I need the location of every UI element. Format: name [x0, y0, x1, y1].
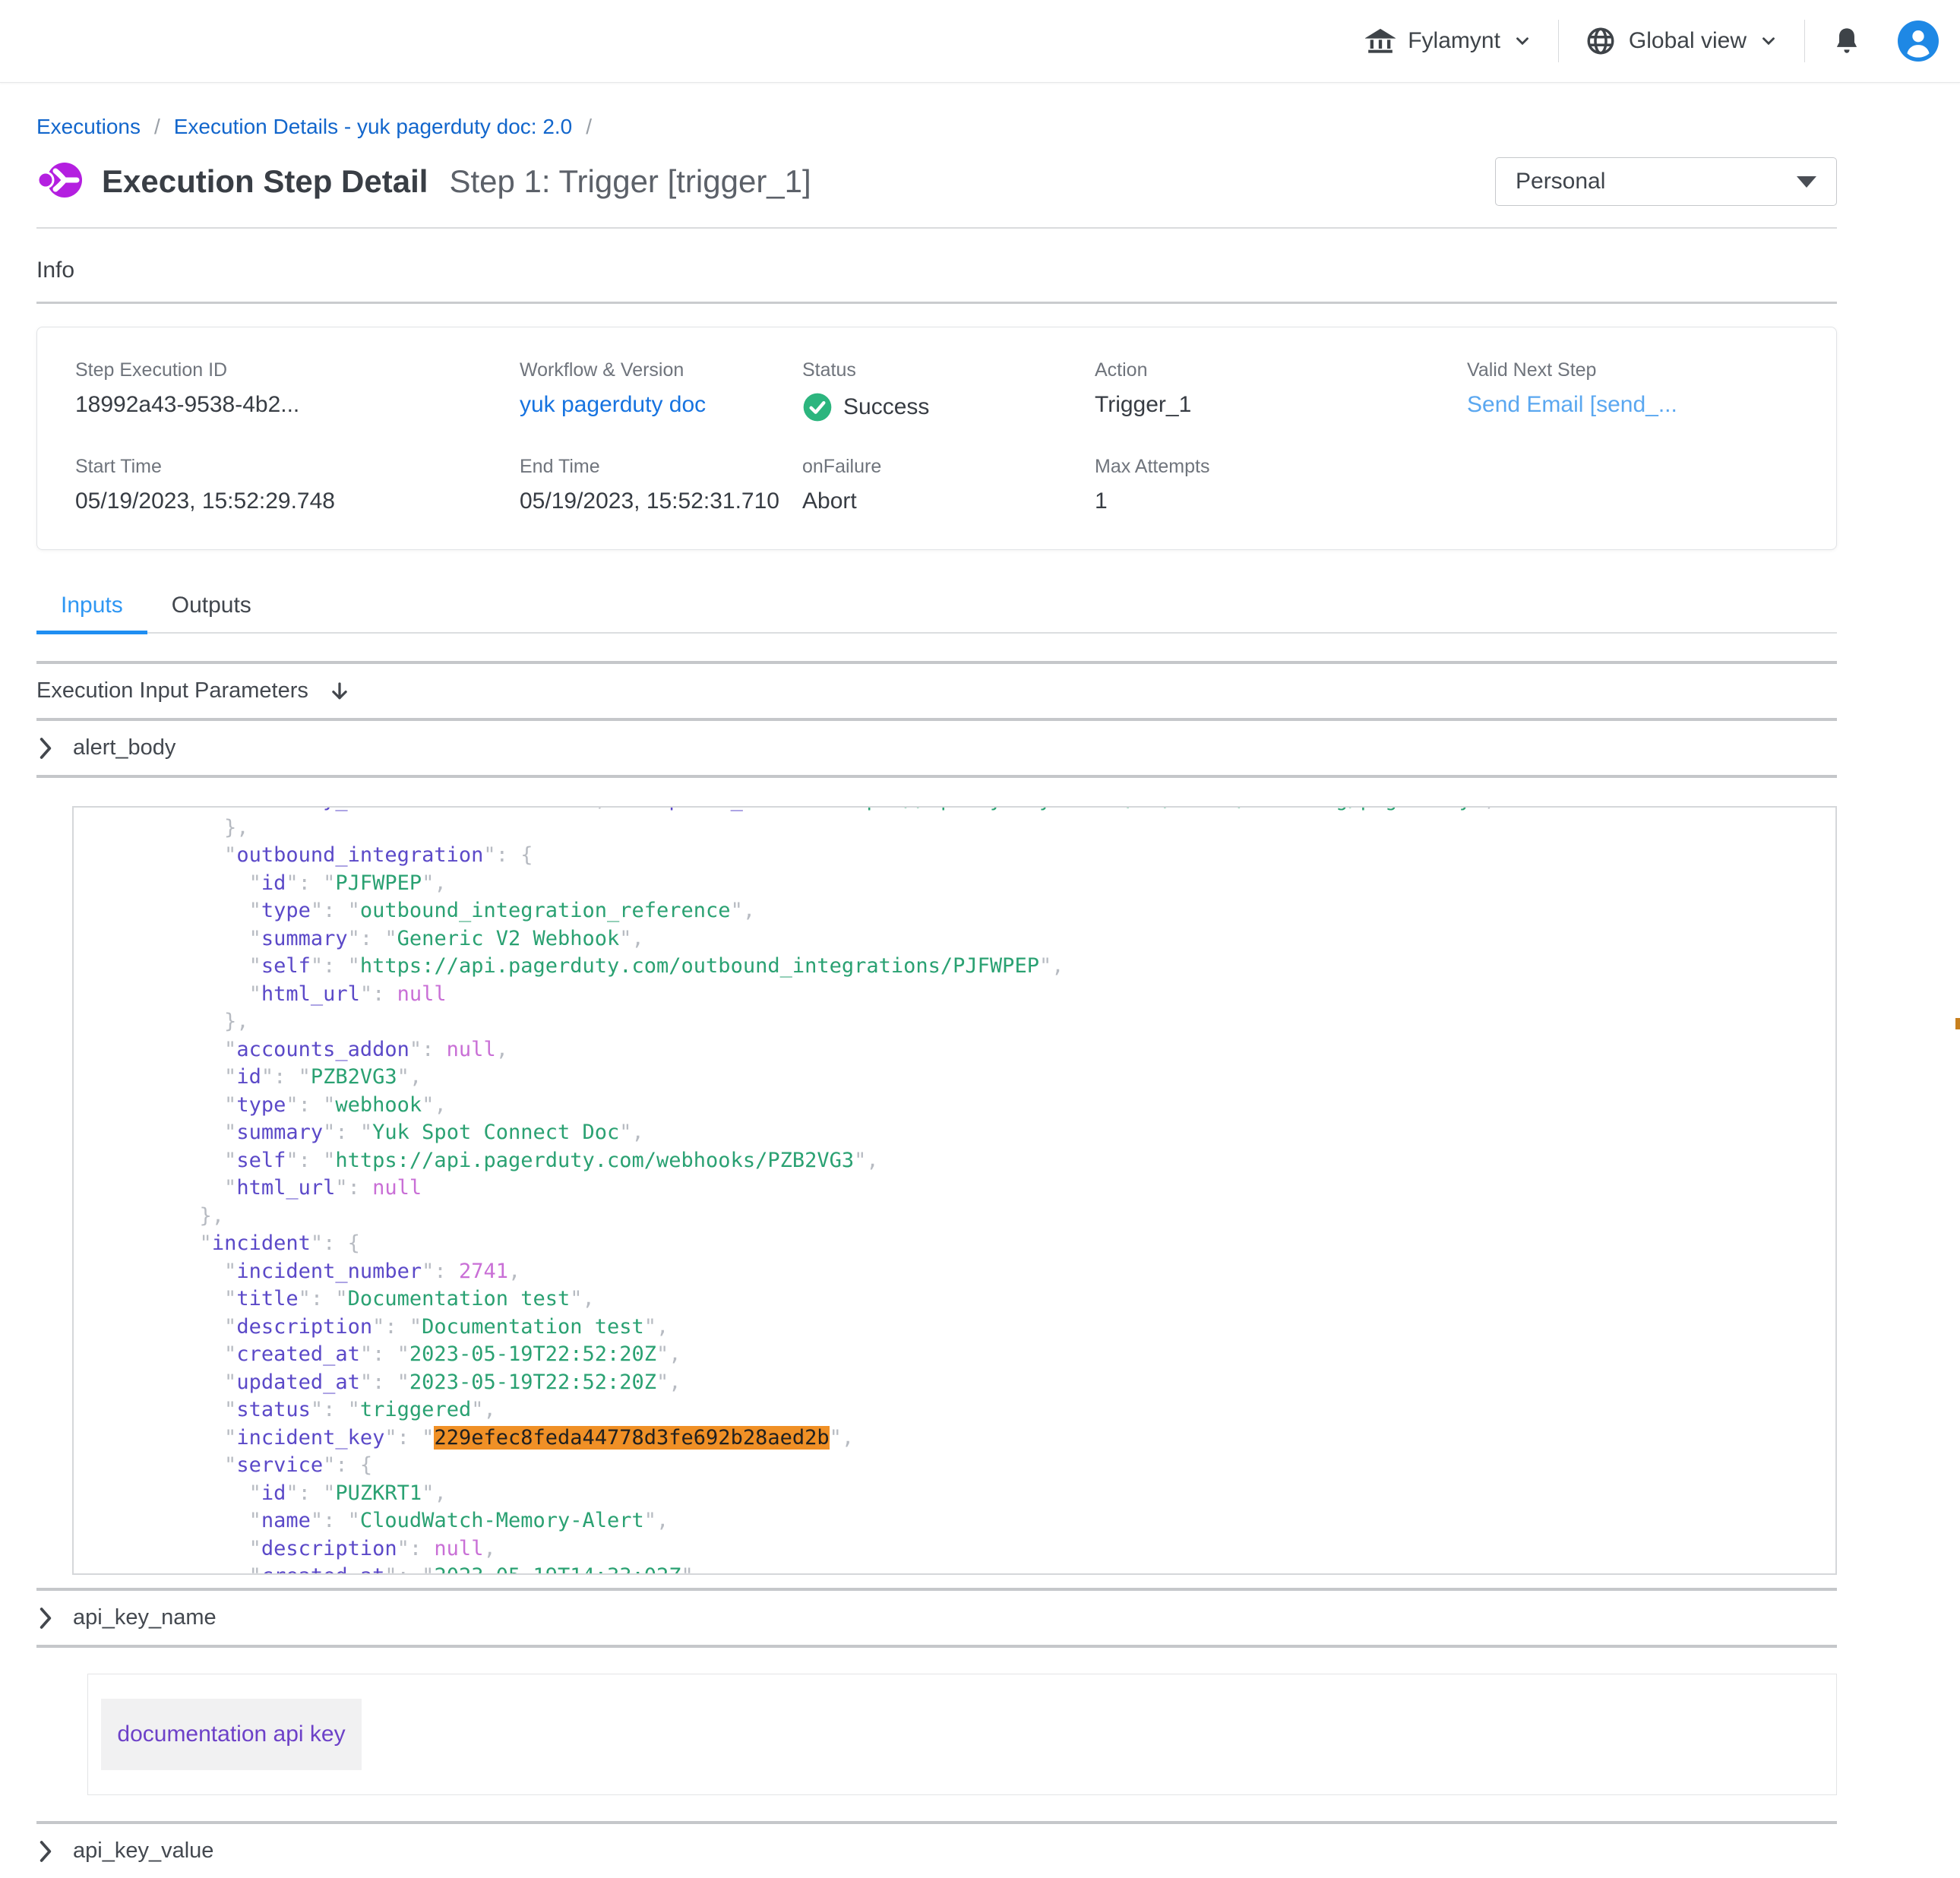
divider: [36, 775, 1837, 778]
tabs: Inputs Outputs: [36, 593, 1837, 634]
info-field-value: Success: [802, 392, 1095, 422]
section-title: Execution Input Parameters: [36, 678, 308, 703]
param-label: api_key_value: [73, 1838, 213, 1864]
divider: [36, 227, 1837, 229]
param-label: alert_body: [73, 735, 175, 760]
info-field-value: Abort: [802, 488, 1095, 514]
param-label: api_key_name: [73, 1605, 217, 1630]
org-switcher[interactable]: Fylamynt: [1365, 26, 1532, 56]
info-field-value: 1: [1095, 488, 1467, 514]
tab-outputs[interactable]: Outputs: [147, 593, 276, 632]
view-name: Global view: [1629, 28, 1747, 54]
divider: [36, 302, 1837, 304]
bank-icon: [1365, 26, 1396, 56]
info-field-action: Action Trigger_1: [1095, 359, 1467, 422]
info-field-workflow-version: Workflow & Version yuk pagerduty doc: [520, 359, 802, 422]
breadcrumb-execution-details[interactable]: Execution Details - yuk pagerduty doc: 2…: [174, 115, 573, 139]
info-field-valid-next-step: Valid Next Step Send Email [send_...: [1467, 359, 1813, 422]
info-field-value[interactable]: yuk pagerduty doc: [520, 392, 802, 418]
info-field-label: Valid Next Step: [1467, 359, 1813, 381]
topbar-divider: [1804, 20, 1805, 62]
page-title: Execution Step Detail: [102, 163, 428, 200]
info-field-label: Workflow & Version: [520, 359, 802, 381]
info-field-value: 18992a43-9538-4b2...: [75, 392, 520, 418]
title-row: Execution Step Detail Step 1: Trigger [t…: [36, 157, 1837, 206]
execution-input-parameters-header[interactable]: Execution Input Parameters: [36, 664, 1837, 718]
info-field-label: Start Time: [75, 456, 520, 478]
chevron-right-icon: [38, 1839, 53, 1864]
info-card: Step Execution ID 18992a43-9538-4b2...Wor…: [36, 327, 1837, 550]
arrow-down-icon[interactable]: [328, 679, 351, 703]
info-field-label: onFailure: [802, 456, 1095, 478]
info-field-end-time: End Time 05/19/2023, 15:52:31.710: [520, 456, 802, 514]
notifications-button[interactable]: [1831, 25, 1863, 57]
info-heading: Info: [36, 258, 1837, 283]
info-field-value: 05/19/2023, 15:52:31.710: [520, 488, 802, 514]
caret-down-icon: [1797, 176, 1816, 188]
globe-icon: [1585, 25, 1617, 57]
page-subtitle: Step 1: Trigger [trigger_1]: [449, 163, 811, 200]
param-row-api-key-value[interactable]: api_key_value: [36, 1824, 1837, 1878]
api-key-name-chip: documentation api key: [101, 1699, 362, 1770]
scrollbar-find-marker: [1955, 1018, 1960, 1029]
info-field-label: Status: [802, 359, 1095, 381]
json-code: "delivery_status": "delivered", "endpoin…: [74, 806, 1835, 1575]
divider: [36, 1645, 1837, 1648]
view-switcher[interactable]: Global view: [1585, 25, 1778, 57]
param-row-alert-body[interactable]: alert_body: [36, 721, 1837, 775]
info-field-label: Step Execution ID: [75, 359, 520, 381]
breadcrumb-executions[interactable]: Executions: [36, 115, 141, 139]
alert-body-json-viewer[interactable]: "delivery_status": "delivered", "endpoin…: [72, 806, 1837, 1575]
info-field-label: Max Attempts: [1095, 456, 1467, 478]
info-field-onfailure: onFailure Abort: [802, 456, 1095, 514]
fylamynt-logo-icon: [36, 160, 84, 204]
chevron-down-icon: [1759, 31, 1778, 51]
chevron-down-icon: [1513, 31, 1532, 51]
info-field-step-execution-id: Step Execution ID 18992a43-9538-4b2...: [75, 359, 520, 422]
info-field-value: Trigger_1: [1095, 392, 1467, 418]
bell-icon: [1831, 25, 1863, 57]
topbar: Fylamynt Global view: [0, 0, 1960, 83]
info-field-start-time: Start Time 05/19/2023, 15:52:29.748: [75, 456, 520, 514]
info-field-max-attempts: Max Attempts 1: [1095, 456, 1467, 514]
breadcrumb: Executions / Execution Details - yuk pag…: [36, 115, 1837, 139]
info-field-label: Action: [1095, 359, 1467, 381]
scope-select[interactable]: Personal: [1495, 157, 1837, 206]
info-field-label: End Time: [520, 456, 802, 478]
topbar-divider: [1558, 20, 1559, 62]
info-grid: Step Execution ID 18992a43-9538-4b2...Wor…: [75, 359, 1813, 514]
scope-select-value: Personal: [1516, 169, 1605, 194]
user-avatar[interactable]: [1898, 21, 1939, 62]
breadcrumb-separator: /: [586, 115, 592, 139]
org-name: Fylamynt: [1408, 28, 1500, 54]
breadcrumb-separator: /: [154, 115, 160, 139]
tab-inputs[interactable]: Inputs: [36, 593, 147, 634]
success-check-icon: [802, 392, 833, 422]
chevron-right-icon: [38, 736, 53, 760]
info-field-status: Status Success: [802, 359, 1095, 422]
chevron-right-icon: [38, 1606, 53, 1630]
info-field-value: 05/19/2023, 15:52:29.748: [75, 488, 520, 514]
info-field-value[interactable]: Send Email [send_...: [1467, 392, 1813, 418]
param-row-api-key-name[interactable]: api_key_name: [36, 1591, 1837, 1645]
api-key-name-value-box: documentation api key: [87, 1674, 1837, 1795]
